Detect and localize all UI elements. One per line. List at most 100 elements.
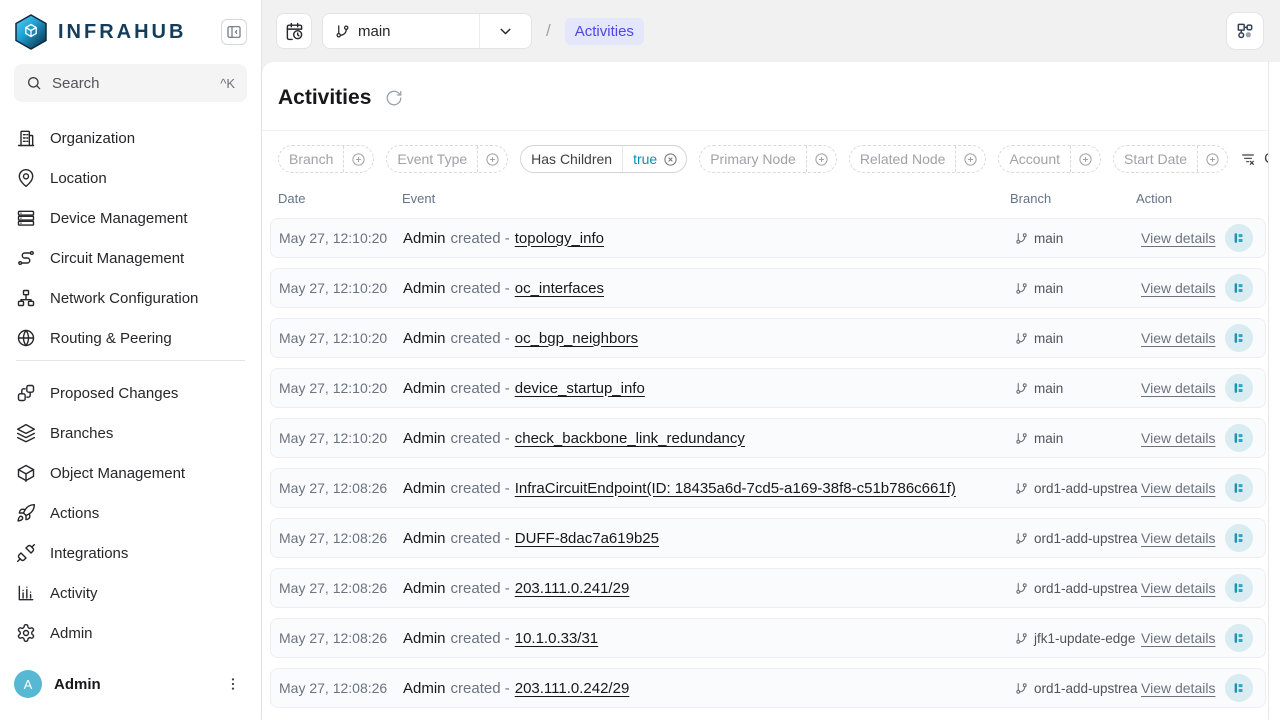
branch-selector[interactable]: main <box>322 13 532 49</box>
git-branch-icon <box>1015 582 1028 595</box>
event-link[interactable]: check_backbone_link_redundancy <box>515 430 745 447</box>
row-branch: ord1-add-upstrea <box>1015 531 1141 546</box>
event-link[interactable]: 203.111.0.241/29 <box>515 580 630 597</box>
search-input[interactable] <box>52 75 210 92</box>
event-link[interactable]: oc_bgp_neighbors <box>515 330 638 347</box>
sidebar-item-device-management[interactable]: Device Management <box>0 198 261 238</box>
add-filter-icon[interactable] <box>1070 146 1100 172</box>
table-row: May 27, 12:08:26 Admin created - DUFF-8d… <box>270 518 1266 558</box>
kebab-menu-icon[interactable] <box>221 672 245 696</box>
sidebar-item-location[interactable]: Location <box>0 158 261 198</box>
event-link[interactable]: DUFF-8dac7a619b25 <box>515 530 659 547</box>
hierarchy-badge[interactable] <box>1225 324 1253 352</box>
add-filter-icon[interactable] <box>477 146 507 172</box>
row-event: Admin created - oc_interfaces <box>403 280 1015 297</box>
sidebar-menu-secondary: Proposed Changes Branches Object Managem… <box>0 361 261 653</box>
filter-chip-primary-node[interactable]: Primary Node <box>699 145 837 173</box>
row-event: Admin created - device_startup_info <box>403 380 1015 397</box>
refresh-icon <box>385 89 403 107</box>
sidebar-item-organization[interactable]: Organization <box>0 118 261 158</box>
hierarchy-badge[interactable] <box>1225 624 1253 652</box>
view-details-link[interactable]: View details <box>1141 430 1215 446</box>
hierarchy-badge[interactable] <box>1225 474 1253 502</box>
row-actor: Admin <box>403 580 446 597</box>
hierarchy-badge[interactable] <box>1225 524 1253 552</box>
row-branch-name: main <box>1034 381 1063 396</box>
sidebar-item-label: Actions <box>50 505 99 522</box>
time-travel-button[interactable] <box>276 13 312 49</box>
sidebar-item-proposed-changes[interactable]: Proposed Changes <box>0 373 261 413</box>
hierarchy-badge[interactable] <box>1225 374 1253 402</box>
sidebar-item-network-configuration[interactable]: Network Configuration <box>0 278 261 318</box>
row-branch-name: main <box>1034 281 1063 296</box>
row-branch: ord1-add-upstrea <box>1015 581 1141 596</box>
remove-filter-icon[interactable] <box>663 152 678 167</box>
filter-chip-account[interactable]: Account <box>998 145 1101 173</box>
view-details-link[interactable]: View details <box>1141 530 1215 546</box>
filter-chip-related-node[interactable]: Related Node <box>849 145 987 173</box>
collapse-sidebar-button[interactable] <box>221 19 247 45</box>
sidebar-item-routing-peering[interactable]: Routing & Peering <box>0 318 261 358</box>
row-event: Admin created - 203.111.0.241/29 <box>403 580 1015 597</box>
hierarchy-badge[interactable] <box>1225 224 1253 252</box>
view-details-link[interactable]: View details <box>1141 280 1215 296</box>
event-link[interactable]: 203.111.0.242/29 <box>515 680 630 697</box>
refresh-button[interactable] <box>385 89 403 107</box>
row-date: May 27, 12:10:20 <box>279 430 403 446</box>
row-action: View details <box>1141 474 1257 502</box>
event-link[interactable]: topology_info <box>515 230 604 247</box>
add-filter-icon[interactable] <box>955 146 985 172</box>
table-row: May 27, 12:08:26 Admin created - 10.1.0.… <box>270 618 1266 658</box>
event-link[interactable]: InfraCircuitEndpoint(ID: 18435a6d-7cd5-a… <box>515 480 956 497</box>
filter-chip-branch[interactable]: Branch <box>278 145 374 173</box>
view-details-link[interactable]: View details <box>1141 480 1215 496</box>
event-link[interactable]: device_startup_info <box>515 380 645 397</box>
user-name: Admin <box>54 676 101 693</box>
table-row: May 27, 12:10:20 Admin created - topolog… <box>270 218 1266 258</box>
row-actor: Admin <box>403 480 446 497</box>
sidebar-item-admin[interactable]: Admin <box>0 613 261 653</box>
hierarchy-badge[interactable] <box>1225 274 1253 302</box>
breadcrumb-current[interactable]: Activities <box>565 18 644 45</box>
sidebar-item-object-management[interactable]: Object Management <box>0 453 261 493</box>
add-filter-icon[interactable] <box>1197 146 1227 172</box>
search-shortcut: ^K <box>220 76 235 91</box>
event-link[interactable]: oc_interfaces <box>515 280 604 297</box>
sidebar-item-branches[interactable]: Branches <box>0 413 261 453</box>
filter-chip-has-children[interactable]: Has Children true <box>520 145 687 173</box>
view-details-link[interactable]: View details <box>1141 630 1215 646</box>
view-details-link[interactable]: View details <box>1141 330 1215 346</box>
cube-icon <box>16 463 36 483</box>
table-row: May 27, 12:10:20 Admin created - oc_inte… <box>270 268 1266 308</box>
hierarchy-badge[interactable] <box>1225 674 1253 702</box>
row-branch: jfk1-update-edge <box>1015 631 1141 646</box>
sidebar-item-actions[interactable]: Actions <box>0 493 261 533</box>
user-menu[interactable]: A Admin <box>0 656 261 720</box>
sidebar-item-label: Proposed Changes <box>50 385 178 402</box>
row-date: May 27, 12:10:20 <box>279 230 403 246</box>
view-details-link[interactable]: View details <box>1141 680 1215 696</box>
row-date: May 27, 12:08:26 <box>279 480 403 496</box>
chevron-down-icon[interactable] <box>479 14 531 48</box>
tree-icon <box>1232 481 1246 495</box>
sidebar-item-circuit-management[interactable]: Circuit Management <box>0 238 261 278</box>
filter-chip-start-date[interactable]: Start Date <box>1113 145 1228 173</box>
schema-button[interactable] <box>1226 12 1264 50</box>
row-verb: created - <box>451 430 510 447</box>
search-box[interactable]: ^K <box>14 64 247 102</box>
scrollbar-track[interactable] <box>1268 62 1280 720</box>
circuit-icon <box>16 248 36 268</box>
view-details-link[interactable]: View details <box>1141 230 1215 246</box>
hierarchy-badge[interactable] <box>1225 424 1253 452</box>
filter-chip-event-type[interactable]: Event Type <box>386 145 508 173</box>
sidebar-item-integrations[interactable]: Integrations <box>0 533 261 573</box>
add-filter-icon[interactable] <box>343 146 373 172</box>
event-link[interactable]: 10.1.0.33/31 <box>515 630 598 647</box>
hierarchy-badge[interactable] <box>1225 574 1253 602</box>
row-date: May 27, 12:08:26 <box>279 580 403 596</box>
git-branch-icon <box>1015 682 1028 695</box>
sidebar-item-activity[interactable]: Activity <box>0 573 261 613</box>
view-details-link[interactable]: View details <box>1141 380 1215 396</box>
view-details-link[interactable]: View details <box>1141 580 1215 596</box>
add-filter-icon[interactable] <box>806 146 836 172</box>
